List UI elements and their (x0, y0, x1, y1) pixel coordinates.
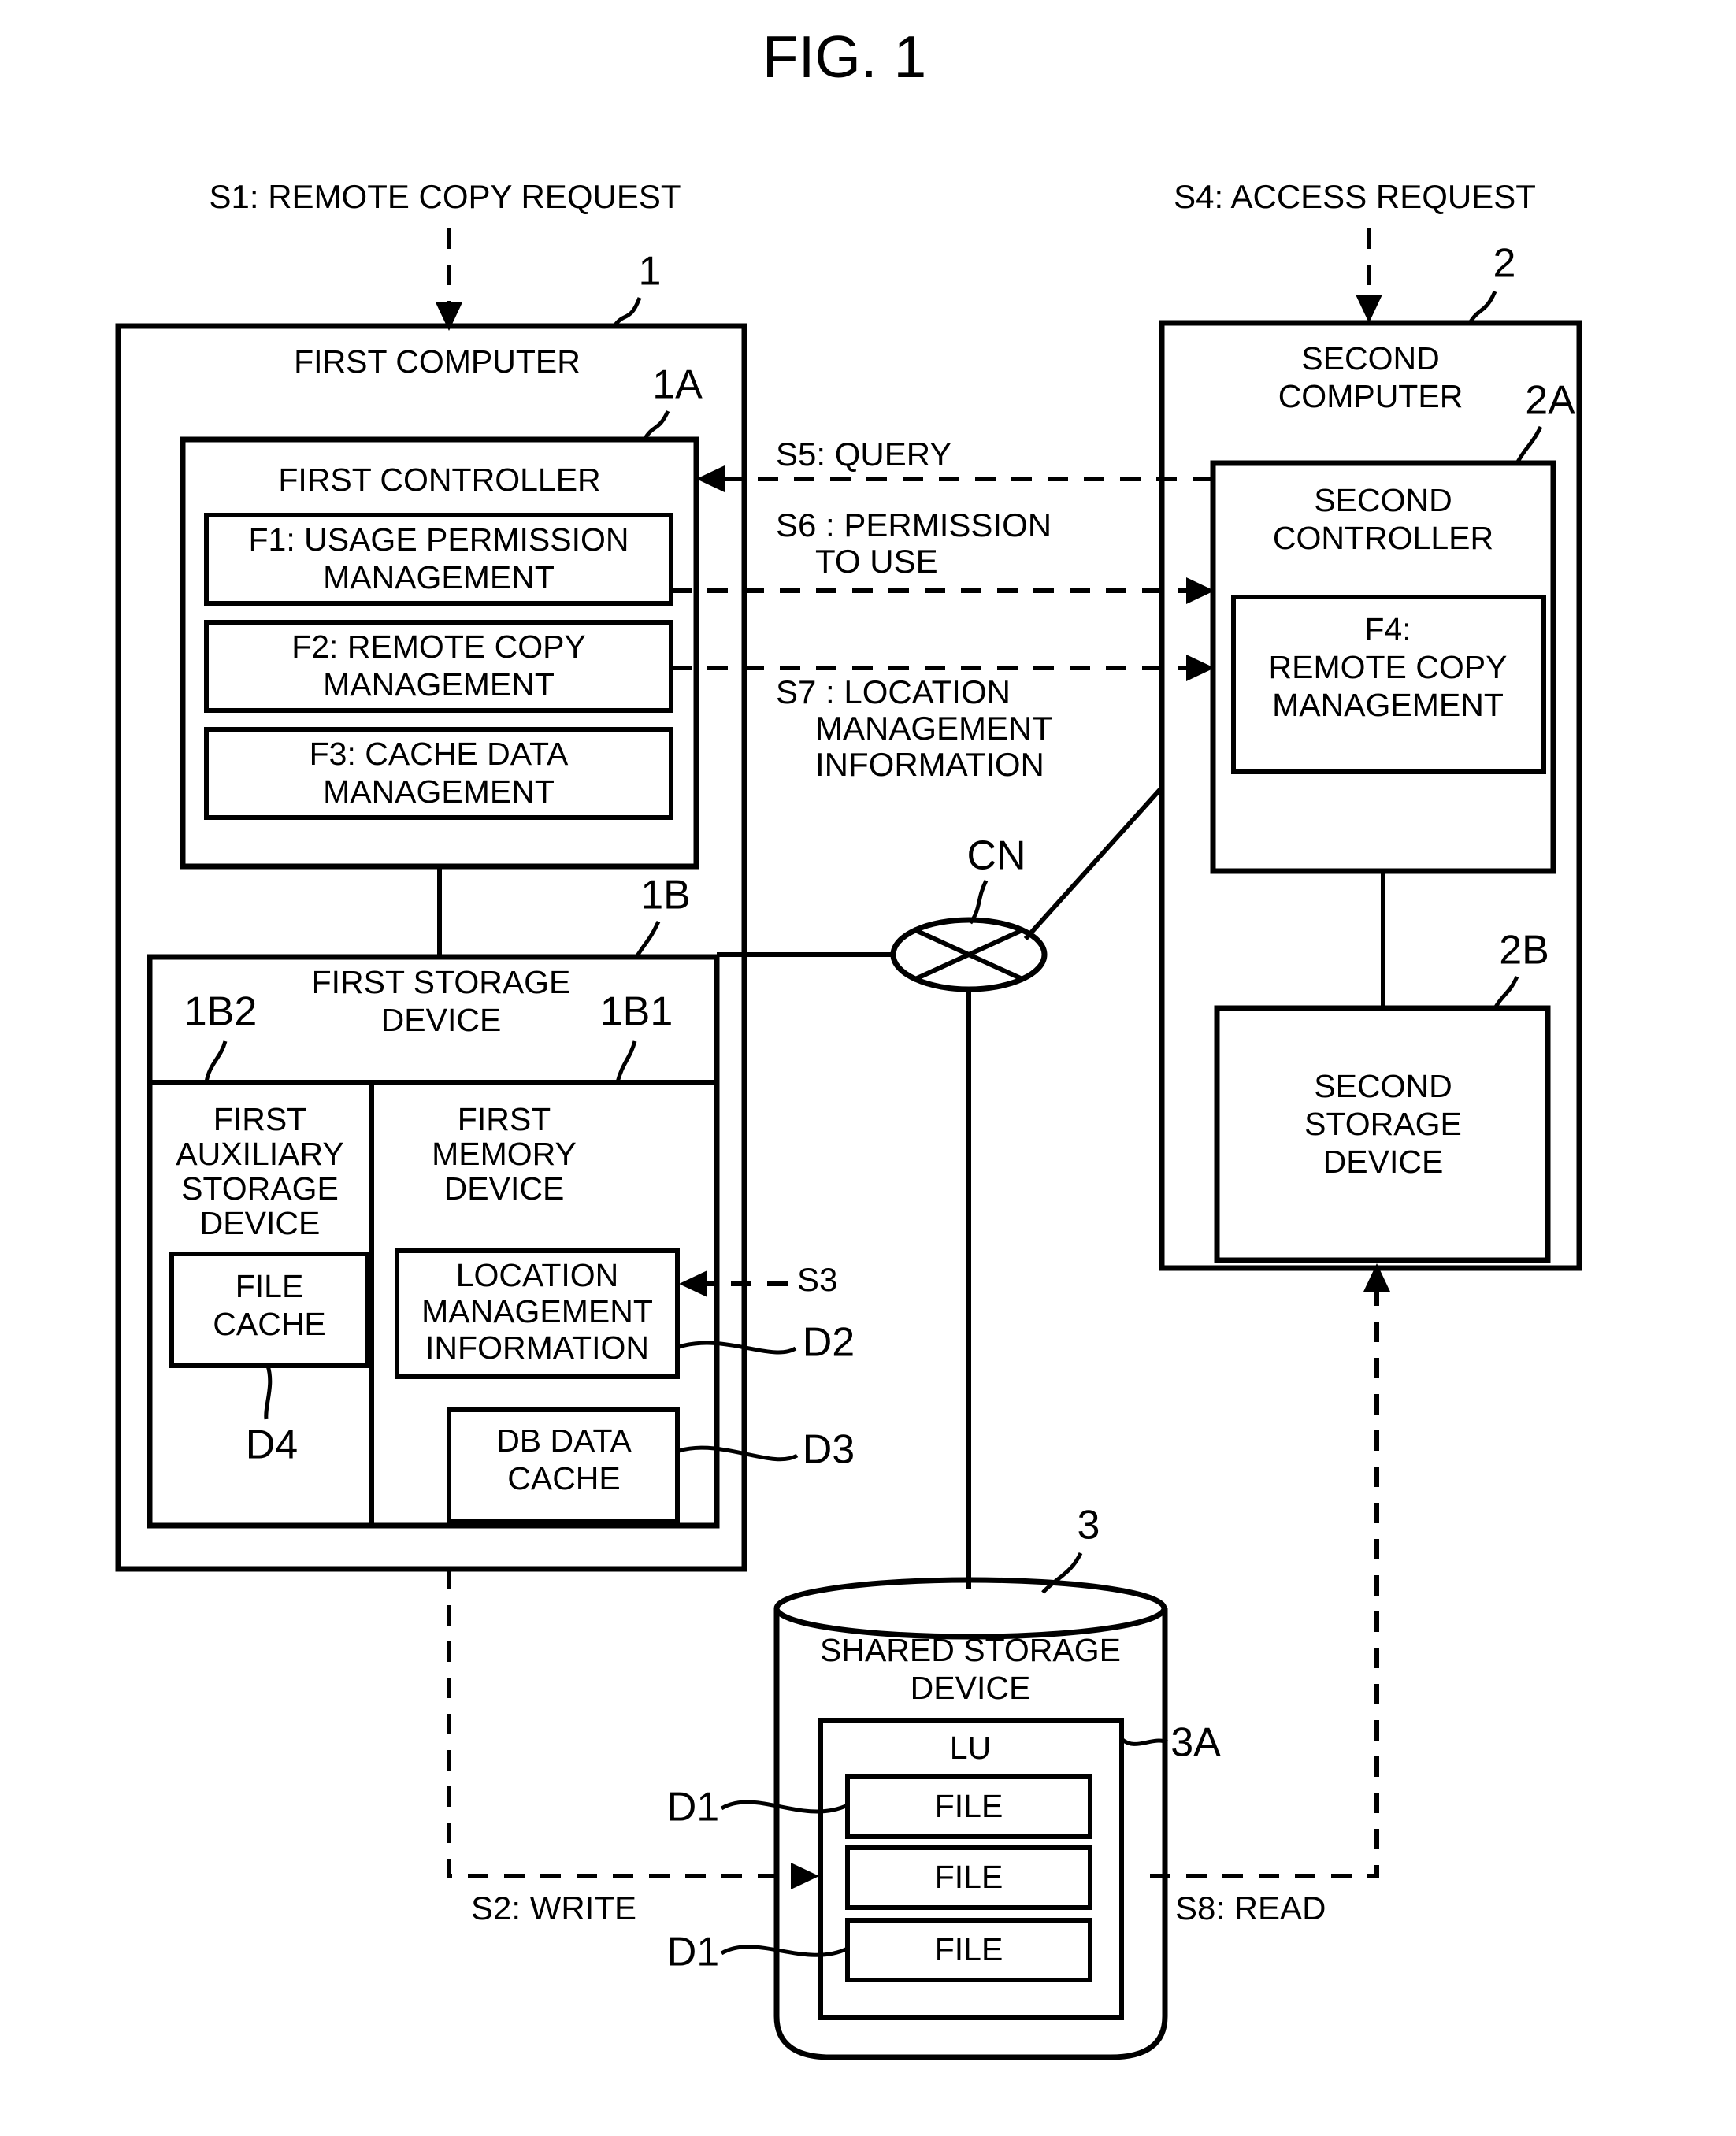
signal-s3-arrowhead (679, 1270, 707, 1297)
file-ref-1: D1 (667, 1785, 719, 1830)
first-computer-title: FIRST COMPUTER (294, 343, 581, 380)
d3-leader (678, 1445, 799, 1462)
db-cache-line1: DB DATA (496, 1422, 632, 1459)
signal-s4-label: S4: ACCESS REQUEST (1174, 178, 1536, 215)
second-controller-title-line2: CONTROLLER (1273, 520, 1493, 556)
first-storage-leader (634, 920, 661, 959)
function-f3-line2: MANAGEMENT (323, 773, 555, 810)
first-memory-title-line2: MEMORY (432, 1136, 577, 1172)
first-controller-ref: 1A (652, 362, 703, 408)
file-label-1: FILE (935, 1788, 1003, 1824)
signal-s6-label-line2: TO USE (815, 543, 938, 580)
function-f4-line1: F4: (1364, 611, 1411, 647)
signal-s7-label-line2: MANAGEMENT (815, 710, 1052, 747)
first-controller-title: FIRST CONTROLLER (278, 462, 600, 498)
first-storage-device-box (147, 954, 720, 1529)
first-auxiliary-title-line1: FIRST (213, 1101, 306, 1137)
function-f3-line1: F3: CACHE DATA (310, 736, 569, 772)
lu-label: LU (950, 1730, 991, 1766)
signal-s5-arrowhead (696, 465, 725, 492)
signal-s3-label: S3 (797, 1261, 837, 1298)
first-computer-ref: 1 (639, 249, 662, 295)
file-ref-3: D1 (667, 1930, 719, 1975)
second-storage-leader (1493, 975, 1519, 1010)
location-info-line3: INFORMATION (425, 1329, 649, 1366)
second-storage-title-line1: SECOND (1314, 1068, 1452, 1104)
db-cache-ref: D3 (803, 1427, 855, 1473)
shared-storage-title-line2: DEVICE (911, 1670, 1031, 1706)
first-memory-leader (615, 1040, 637, 1083)
d1-leader-1 (720, 1800, 849, 1814)
signal-s7-label-line1: S7 : LOCATION (776, 673, 1011, 710)
signal-s8-label: S8: READ (1175, 1889, 1326, 1926)
file-cache-ref: D4 (246, 1422, 298, 1468)
function-f4-line3: MANAGEMENT (1272, 687, 1504, 723)
location-info-line2: MANAGEMENT (421, 1293, 653, 1329)
figure-title: FIG. 1 (762, 24, 926, 90)
file-label-2: FILE (935, 1859, 1003, 1895)
file-cache-line1: FILE (236, 1268, 304, 1304)
signal-s5-label: S5: QUERY (776, 436, 951, 473)
second-storage-title-line2: STORAGE (1304, 1106, 1462, 1142)
first-memory-ref: 1B1 (600, 989, 673, 1035)
second-computer-title-line2: COMPUTER (1278, 378, 1463, 414)
signal-s8-line (1150, 1292, 1379, 1878)
d1-leader-3 (720, 1945, 849, 1957)
second-controller-leader (1515, 425, 1543, 465)
first-auxiliary-title-line3: STORAGE (181, 1170, 339, 1207)
second-computer-ref: 2 (1493, 241, 1516, 287)
diagram-canvas: FIG. 1 S1: REMOTE COPY REQUEST S4: ACCES… (115, 24, 1582, 2060)
file-cache-leader (264, 1365, 273, 1420)
location-info-line1: LOCATION (456, 1257, 619, 1293)
function-f2-line2: MANAGEMENT (323, 666, 555, 703)
shared-storage-title-line1: SHARED STORAGE (820, 1632, 1121, 1668)
patent-figure: FIG. 1 S1: REMOTE COPY REQUEST S4: ACCES… (0, 0, 1736, 2136)
second-computer-leader (1467, 291, 1497, 324)
signal-s7-label-line3: INFORMATION (815, 746, 1044, 783)
function-f1-line1: F1: USAGE PERMISSION (249, 521, 629, 558)
file-label-3: FILE (935, 1931, 1003, 1967)
signal-s2-arrowhead (791, 1863, 819, 1889)
signal-s2-line (447, 1569, 792, 1878)
first-auxiliary-leader (204, 1040, 228, 1083)
first-computer-leader (612, 297, 642, 328)
second-controller-ref: 2A (1525, 378, 1575, 424)
network-ref: CN (966, 833, 1026, 879)
signal-s1-label: S1: REMOTE COPY REQUEST (209, 178, 681, 215)
function-f4-line2: REMOTE COPY (1269, 649, 1508, 685)
first-auxiliary-ref: 1B2 (184, 989, 258, 1035)
first-storage-ref: 1B (640, 873, 691, 918)
db-cache-line2: CACHE (507, 1460, 621, 1496)
network-second-computer-link (1023, 785, 1164, 941)
signal-s6-label-line1: S6 : PERMISSION (776, 506, 1052, 543)
location-info-ref: D2 (803, 1320, 855, 1366)
second-controller-title-line1: SECOND (1314, 482, 1452, 518)
first-auxiliary-title-line2: AUXILIARY (176, 1136, 343, 1172)
shared-storage-ref: 3 (1078, 1503, 1100, 1548)
first-memory-title-line1: FIRST (458, 1101, 551, 1137)
first-auxiliary-title-line4: DEVICE (200, 1205, 321, 1241)
signal-s4-arrowhead (1356, 295, 1382, 323)
network-leader (968, 879, 989, 925)
d2-leader (678, 1341, 797, 1355)
first-storage-title-line1: FIRST STORAGE (312, 964, 571, 1000)
first-storage-title-line2: DEVICE (381, 1002, 502, 1038)
first-computer-box (115, 323, 747, 1572)
lu-leader (1120, 1737, 1168, 1746)
second-storage-ref: 2B (1499, 928, 1549, 973)
second-computer-title-line1: SECOND (1301, 340, 1439, 376)
second-storage-title-line3: DEVICE (1323, 1144, 1444, 1180)
lu-ref: 3A (1170, 1720, 1221, 1766)
function-f1-line2: MANAGEMENT (323, 559, 555, 595)
first-controller-leader (642, 410, 670, 441)
file-cache-line2: CACHE (213, 1306, 326, 1342)
signal-s2-label: S2: WRITE (471, 1889, 636, 1926)
first-memory-title-line3: DEVICE (444, 1170, 565, 1207)
function-f2-line1: F2: REMOTE COPY (291, 629, 586, 665)
